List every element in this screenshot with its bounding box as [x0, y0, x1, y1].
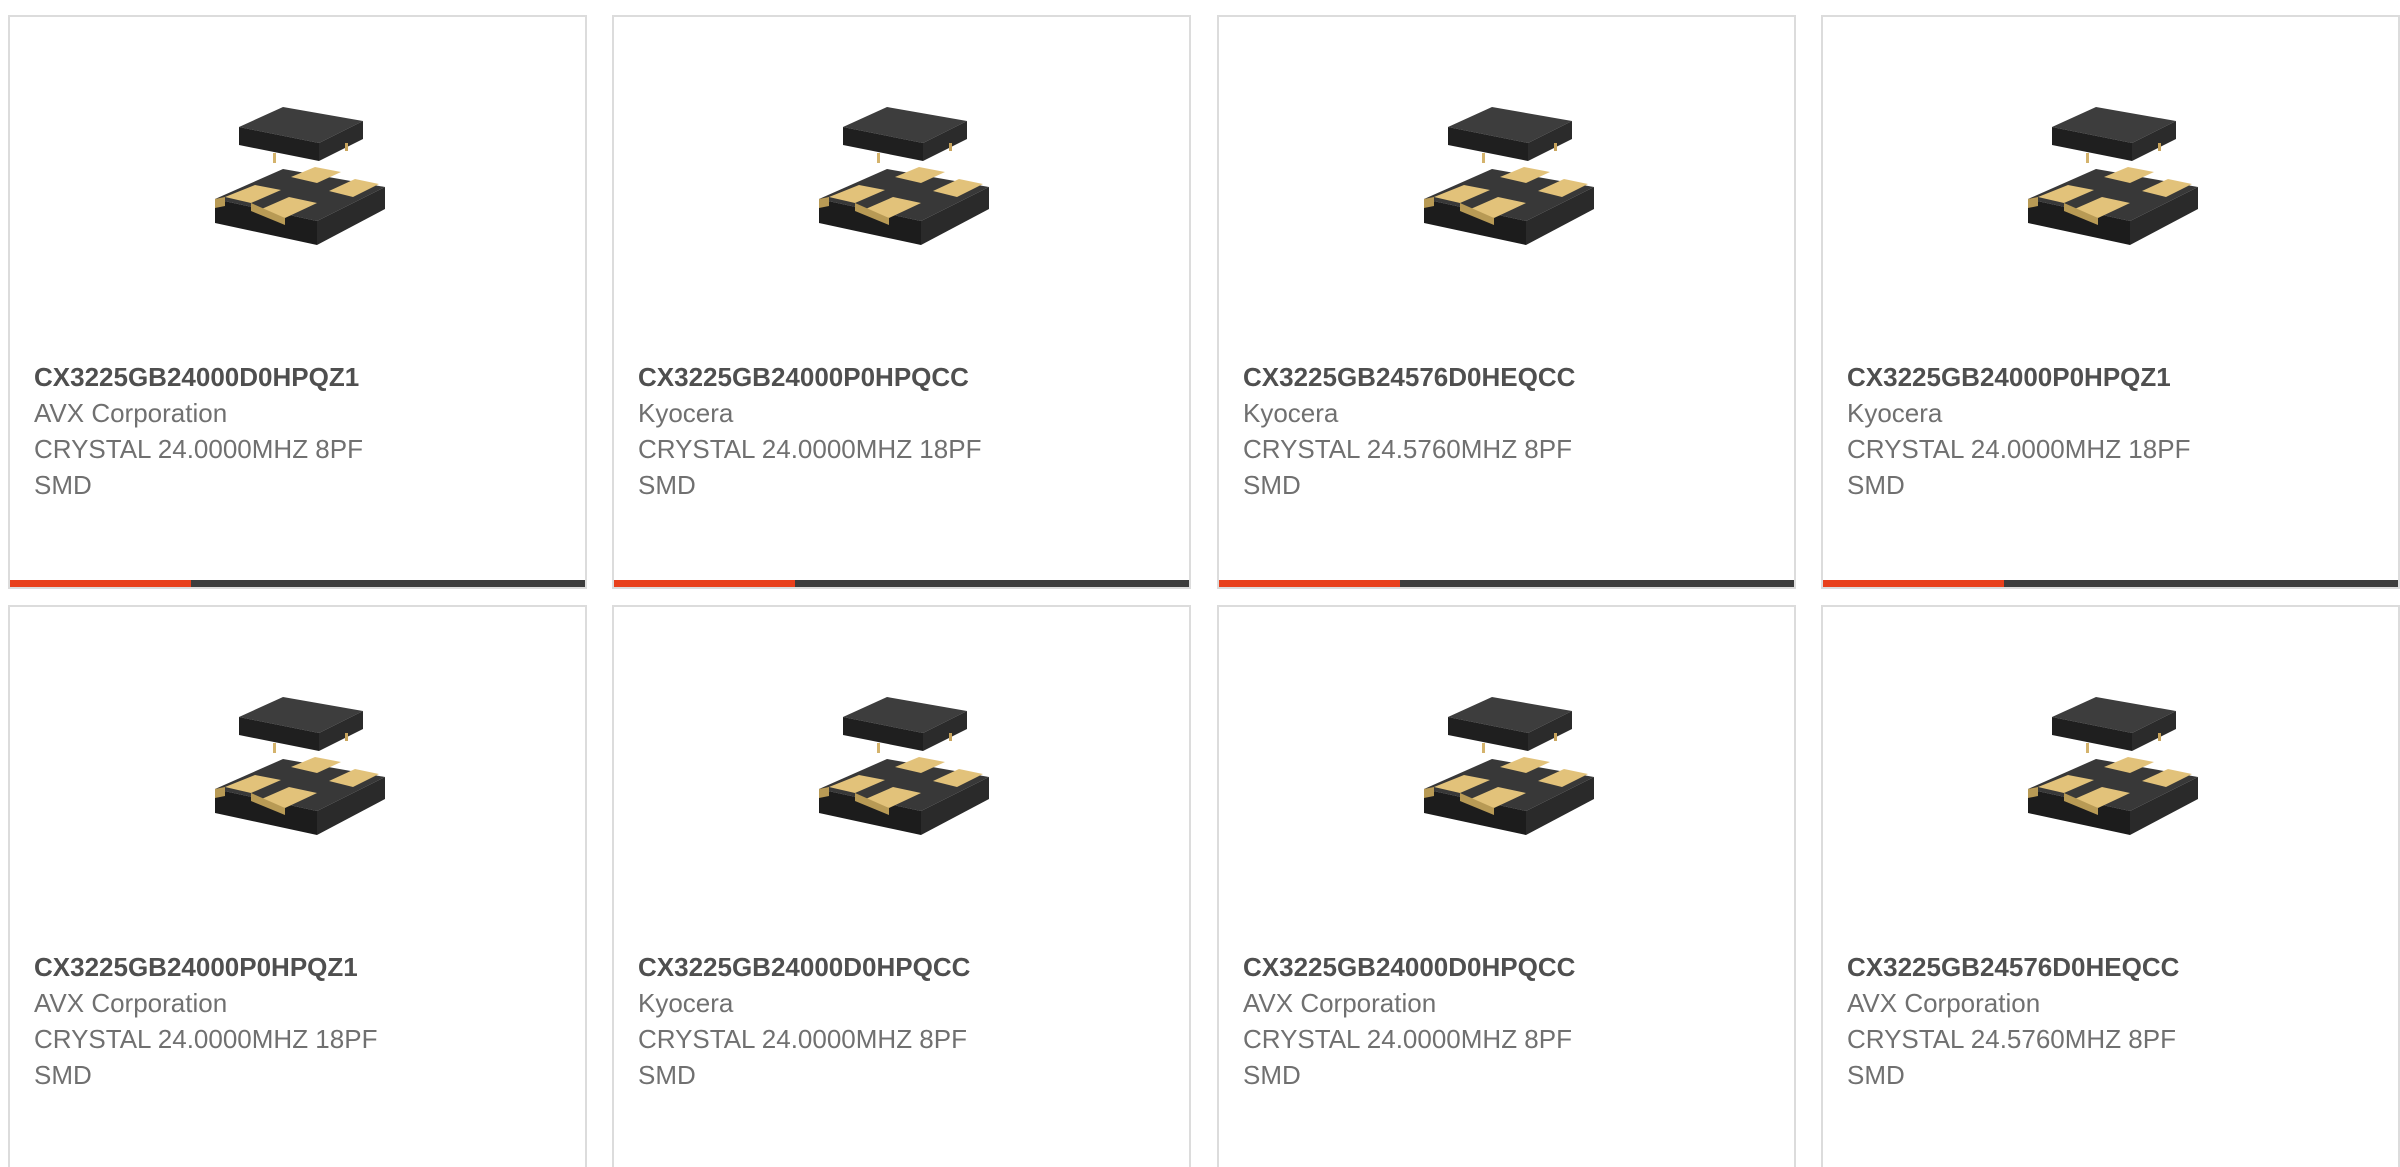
crystal-oscillator-icon [195, 87, 405, 297]
part-number[interactable]: CX3225GB24000D0HPQCC [1243, 949, 1784, 985]
product-card[interactable]: CX3225GB24576D0HEQCC AVX Corporation CRY… [1821, 605, 2400, 1167]
manufacturer-name: AVX Corporation [1847, 988, 2041, 1018]
product-info: CX3225GB24576D0HEQCC Kyocera CRYSTAL 24.… [1243, 359, 1784, 503]
crystal-oscillator-icon [799, 87, 1009, 297]
card-accent-bar-fill [10, 580, 192, 587]
product-info: CX3225GB24000D0HPQCC Kyocera CRYSTAL 24.… [638, 949, 1179, 1093]
product-card[interactable]: CX3225GB24576D0HEQCC Kyocera CRYSTAL 24.… [1217, 15, 1796, 589]
manufacturer-name: Kyocera [1847, 398, 1943, 428]
package-type: SMD [638, 1060, 696, 1090]
crystal-oscillator-icon [1404, 677, 1614, 887]
product-description: CRYSTAL 24.5760MHZ 8PF [1243, 434, 1572, 464]
part-number[interactable]: CX3225GB24000P0HPQZ1 [34, 949, 575, 985]
product-card[interactable]: CX3225GB24000D0HPQCC Kyocera CRYSTAL 24.… [612, 605, 1191, 1167]
part-number[interactable]: CX3225GB24000D0HPQZ1 [34, 359, 575, 395]
manufacturer-name: Kyocera [638, 398, 734, 428]
product-description: CRYSTAL 24.0000MHZ 18PF [34, 1024, 378, 1054]
product-grid: CX3225GB24000D0HPQZ1 AVX Corporation CRY… [0, 0, 2400, 1167]
product-card[interactable]: CX3225GB24000P0HPQCC Kyocera CRYSTAL 24.… [612, 15, 1191, 589]
crystal-oscillator-icon [1404, 87, 1614, 297]
product-info: CX3225GB24000P0HPQCC Kyocera CRYSTAL 24.… [638, 359, 1179, 503]
product-card[interactable]: CX3225GB24000D0HPQZ1 AVX Corporation CRY… [8, 15, 587, 589]
product-info: CX3225GB24576D0HEQCC AVX Corporation CRY… [1847, 949, 2388, 1093]
crystal-oscillator-icon [2008, 677, 2218, 887]
package-type: SMD [1847, 470, 1905, 500]
crystal-oscillator-icon [195, 677, 405, 887]
card-accent-bar-fill [1823, 580, 2005, 587]
product-card[interactable]: CX3225GB24000D0HPQCC AVX Corporation CRY… [1217, 605, 1796, 1167]
part-number[interactable]: CX3225GB24000P0HPQCC [638, 359, 1179, 395]
package-type: SMD [1243, 470, 1301, 500]
card-accent-bar-fill [1219, 580, 1401, 587]
manufacturer-name: AVX Corporation [34, 988, 228, 1018]
manufacturer-name: Kyocera [638, 988, 734, 1018]
product-card[interactable]: CX3225GB24000P0HPQZ1 AVX Corporation CRY… [8, 605, 587, 1167]
product-description: CRYSTAL 24.0000MHZ 18PF [1847, 434, 2191, 464]
product-info: CX3225GB24000D0HPQCC AVX Corporation CRY… [1243, 949, 1784, 1093]
crystal-oscillator-icon [799, 677, 1009, 887]
product-description: CRYSTAL 24.0000MHZ 8PF [34, 434, 363, 464]
product-description: CRYSTAL 24.0000MHZ 8PF [1243, 1024, 1572, 1054]
part-number[interactable]: CX3225GB24000D0HPQCC [638, 949, 1179, 985]
manufacturer-name: Kyocera [1243, 398, 1339, 428]
product-info: CX3225GB24000P0HPQZ1 Kyocera CRYSTAL 24.… [1847, 359, 2388, 503]
package-type: SMD [1243, 1060, 1301, 1090]
card-accent-bar-fill [614, 580, 796, 587]
product-description: CRYSTAL 24.0000MHZ 18PF [638, 434, 982, 464]
package-type: SMD [638, 470, 696, 500]
product-info: CX3225GB24000P0HPQZ1 AVX Corporation CRY… [34, 949, 575, 1093]
product-card[interactable]: CX3225GB24000P0HPQZ1 Kyocera CRYSTAL 24.… [1821, 15, 2400, 589]
card-accent-bar [1219, 580, 1794, 587]
card-accent-bar [614, 580, 1189, 587]
card-accent-bar [10, 580, 585, 587]
crystal-oscillator-icon [2008, 87, 2218, 297]
part-number[interactable]: CX3225GB24576D0HEQCC [1243, 359, 1784, 395]
package-type: SMD [34, 470, 92, 500]
product-description: CRYSTAL 24.5760MHZ 8PF [1847, 1024, 2176, 1054]
manufacturer-name: AVX Corporation [1243, 988, 1437, 1018]
part-number[interactable]: CX3225GB24000P0HPQZ1 [1847, 359, 2388, 395]
package-type: SMD [34, 1060, 92, 1090]
package-type: SMD [1847, 1060, 1905, 1090]
card-accent-bar [1823, 580, 2398, 587]
part-number[interactable]: CX3225GB24576D0HEQCC [1847, 949, 2388, 985]
product-info: CX3225GB24000D0HPQZ1 AVX Corporation CRY… [34, 359, 575, 503]
product-description: CRYSTAL 24.0000MHZ 8PF [638, 1024, 967, 1054]
manufacturer-name: AVX Corporation [34, 398, 228, 428]
